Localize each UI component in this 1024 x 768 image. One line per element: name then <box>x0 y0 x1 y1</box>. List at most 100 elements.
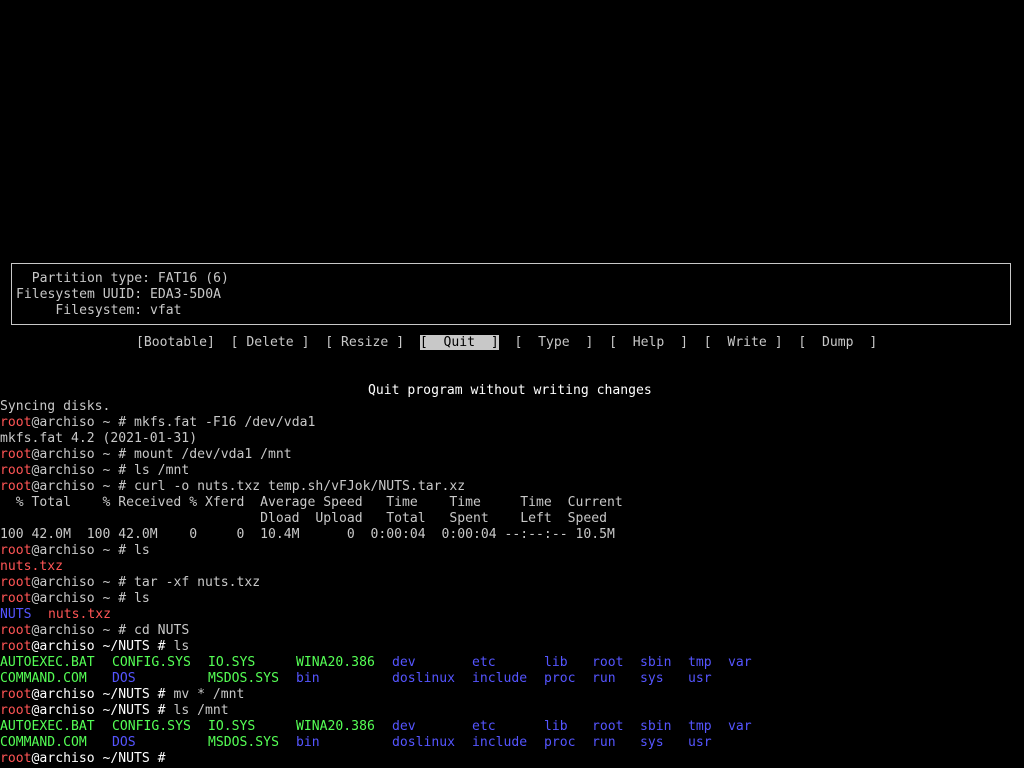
dir-var: var <box>728 655 752 670</box>
terminal-line-ls-mnt-2: root@archiso ~/NUTS # ls /mnt <box>0 703 229 719</box>
dir-tmp: tmp <box>688 719 712 734</box>
file-config-sys: CONFIG.SYS <box>112 655 191 670</box>
menu-delete-button[interactable]: [ Delete ] <box>231 335 310 350</box>
terminal-line-ls-mnt: root@archiso ~ # ls /mnt <box>0 463 189 479</box>
dir-lib: lib <box>544 655 568 670</box>
ls-output-line: NUTS <box>0 607 32 623</box>
prompt-user: root <box>0 703 32 718</box>
terminal-command-line[interactable]: root@archiso ~/NUTS # <box>0 751 173 767</box>
prompt-host: @archiso ~ # <box>31 591 135 606</box>
dir-bin: bin <box>296 735 320 750</box>
filesystem-line: Filesystem: vfat <box>16 303 182 318</box>
command-text: ls <box>134 543 150 558</box>
dir-sbin: sbin <box>640 655 672 670</box>
prompt-host: @archiso ~ # <box>31 463 135 478</box>
prompt-host: @archiso ~/NUTS # <box>31 687 174 702</box>
terminal-line-ls-2: root@archiso ~ # ls <box>0 591 150 607</box>
command-text: ls /mnt <box>173 703 229 718</box>
command-text: cd NUTS <box>134 623 190 638</box>
file-autoexec-bat: AUTOEXEC.BAT <box>0 655 95 670</box>
menu-resize-button[interactable]: [ Resize ] <box>325 335 404 350</box>
prompt-user: root <box>0 447 32 462</box>
terminal-line-cd: root@archiso ~ # cd NUTS <box>0 623 189 639</box>
prompt-host: @archiso ~ # <box>31 447 135 462</box>
command-text: curl -o nuts.txz temp.sh/vFJok/NUTS.tar.… <box>134 479 466 494</box>
dir-lib: lib <box>544 719 568 734</box>
dir-root: root <box>592 719 624 734</box>
dir-dos: DOS <box>112 671 136 686</box>
command-text: ls <box>173 639 190 654</box>
command-text: ls <box>134 591 150 606</box>
curl-header-line-2: Dload Upload Total Spent Left Speed <box>0 511 607 526</box>
prompt-user: root <box>0 575 32 590</box>
file-wina20-386: WINA20.386 <box>296 655 375 670</box>
command-text: ls /mnt <box>134 463 190 478</box>
command-text: tar -xf nuts.txz <box>134 575 261 590</box>
file-config-sys: CONFIG.SYS <box>112 719 191 734</box>
menu-type-button[interactable]: [ Type ] <box>515 335 594 350</box>
menu-quit-button[interactable]: [ Quit ] <box>419 335 499 350</box>
prompt-user: root <box>0 591 32 606</box>
partition-type-line: Partition type: FAT16 (6) <box>16 271 229 286</box>
terminal-line-tar: root@archiso ~ # tar -xf nuts.txz <box>0 575 260 591</box>
dir-etc: etc <box>472 719 496 734</box>
prompt-user: root <box>0 623 32 638</box>
dir-doslinux: doslinux <box>392 735 456 750</box>
dir-tmp: tmp <box>688 655 712 670</box>
dir-var: var <box>728 719 752 734</box>
dir-bin: bin <box>296 671 320 686</box>
syncing-line: Syncing disks. <box>0 399 111 414</box>
curl-progress-line: 100 42.0M 100 42.0M 0 0 10.4M 0 0:00:04 … <box>0 527 615 542</box>
command-text: mount /dev/vda1 /mnt <box>134 447 292 462</box>
dir-include: include <box>472 671 528 686</box>
dir-etc: etc <box>472 655 496 670</box>
command-text: mkfs.fat -F16 /dev/vda1 <box>134 415 316 430</box>
dir-include: include <box>472 735 528 750</box>
dir-usr: usr <box>688 735 712 750</box>
prompt-user: root <box>0 479 32 494</box>
file-autoexec-bat: AUTOEXEC.BAT <box>0 719 95 734</box>
command-text: mv * /mnt <box>173 687 245 702</box>
prompt-user: root <box>0 639 32 654</box>
dir-proc: proc <box>544 735 576 750</box>
terminal-line-curl: root@archiso ~ # curl -o nuts.txz temp.s… <box>0 479 465 495</box>
dir-usr: usr <box>688 671 712 686</box>
prompt-host: @archiso ~ # <box>31 415 135 430</box>
menu-bootable-button[interactable]: [Bootable] <box>136 335 215 350</box>
prompt-host: @archiso ~ # <box>31 543 135 558</box>
terminal-line-ls-1: root@archiso ~ # ls <box>0 543 150 559</box>
menu-bar: [Bootable] [ Delete ] [ Resize ] [ Quit … <box>136 335 877 351</box>
prompt-user: root <box>0 687 32 702</box>
file-wina20-386: WINA20.386 <box>296 719 375 734</box>
mkfs-output-line: mkfs.fat 4.2 (2021-01-31) <box>0 431 198 446</box>
dir-doslinux: doslinux <box>392 671 456 686</box>
dir-sbin: sbin <box>640 719 672 734</box>
prompt-host: @archiso ~/NUTS # <box>31 703 174 718</box>
file-command-com: COMMAND.COM <box>0 735 87 750</box>
prompt-user: root <box>0 463 32 478</box>
file-nuts-txz: nuts.txz <box>0 559 64 574</box>
menu-dump-button[interactable]: [ Dump ] <box>798 335 877 350</box>
menu-help-text: Quit program without writing changes <box>368 383 652 398</box>
file-nuts-txz: nuts.txz <box>48 607 112 622</box>
prompt-user: root <box>0 543 32 558</box>
prompt-host: @archiso ~ # <box>31 623 135 638</box>
prompt-host: @archiso ~ # <box>31 575 135 590</box>
curl-header-line-1: % Total % Received % Xferd Average Speed… <box>0 495 623 510</box>
terminal-line-ls-3: root@archiso ~/NUTS # ls <box>0 639 189 655</box>
terminal-line-mkfs: root@archiso ~ # mkfs.fat -F16 /dev/vda1 <box>0 415 315 431</box>
file-io-sys: IO.SYS <box>208 719 256 734</box>
dir-sys: sys <box>640 671 664 686</box>
terminal-line-mv: root@archiso ~/NUTS # mv * /mnt <box>0 687 244 703</box>
file-io-sys: IO.SYS <box>208 655 256 670</box>
dir-root: root <box>592 655 624 670</box>
menu-write-button[interactable]: [ Write ] <box>704 335 783 350</box>
dir-run: run <box>592 735 616 750</box>
menu-help-button[interactable]: [ Help ] <box>609 335 688 350</box>
filesystem-uuid-line: Filesystem UUID: EDA3-5D0A <box>16 287 221 302</box>
file-command-com: COMMAND.COM <box>0 671 87 686</box>
prompt-host: @archiso ~/NUTS # <box>31 751 174 766</box>
dir-dev: dev <box>392 719 416 734</box>
file-msdos-sys: MSDOS.SYS <box>208 735 279 750</box>
terminal-line-mount: root@archiso ~ # mount /dev/vda1 /mnt <box>0 447 292 463</box>
